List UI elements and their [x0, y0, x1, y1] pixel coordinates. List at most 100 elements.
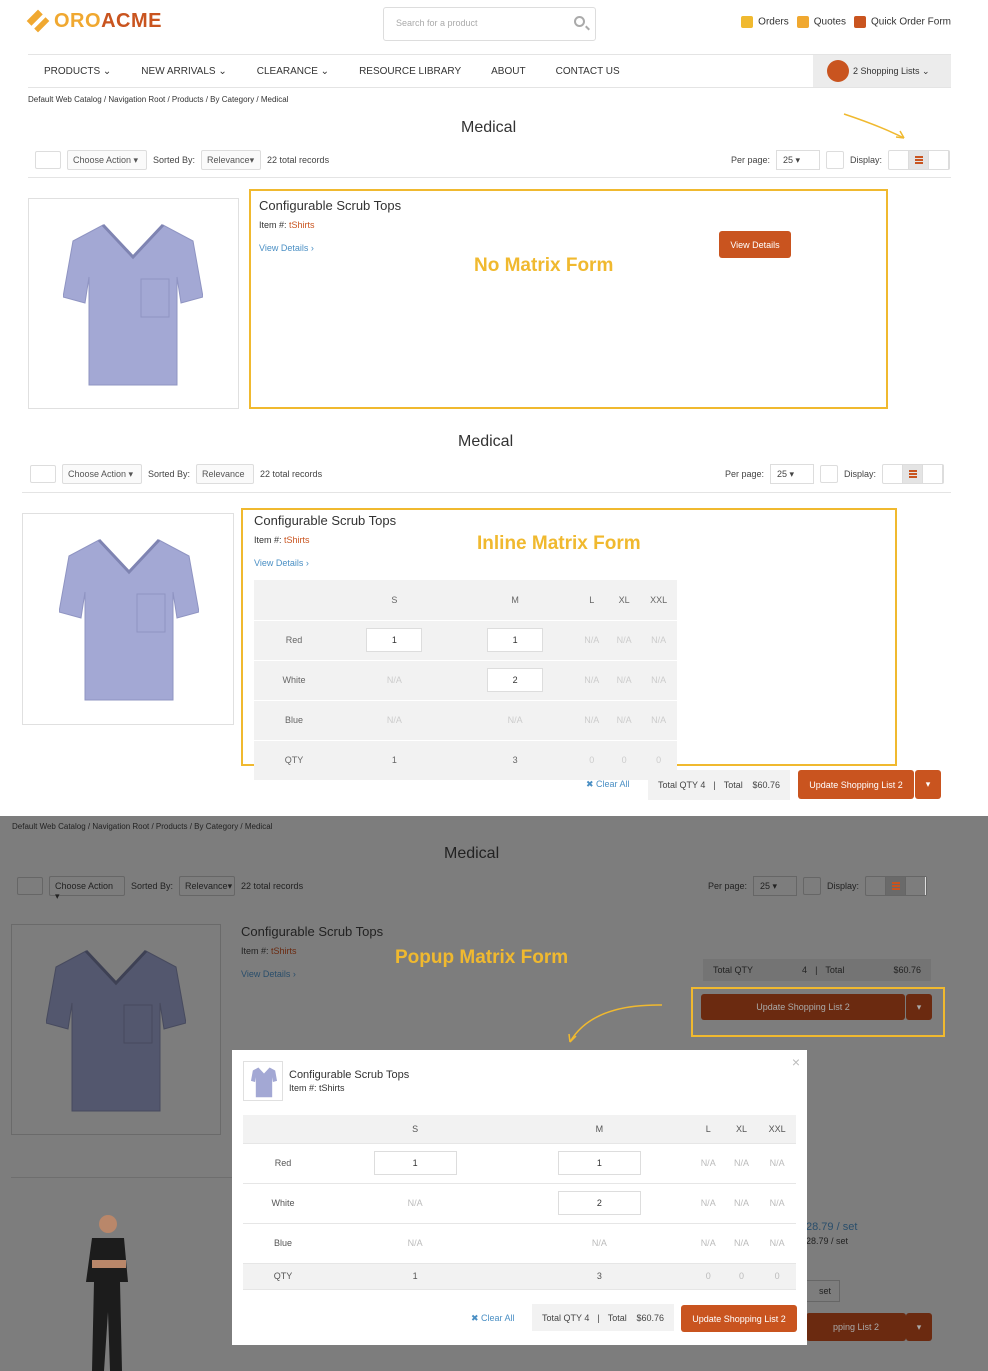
- clear-all-link[interactable]: ✖ Clear All: [471, 1313, 515, 1324]
- popup-matrix-label: Popup Matrix Form: [395, 947, 569, 968]
- quick-order-label: Quick Order Form: [870, 16, 951, 28]
- matrix-input[interactable]: 1: [487, 628, 544, 652]
- logo[interactable]: OROACME: [28, 10, 162, 33]
- view-details-link[interactable]: View Details ›: [241, 969, 296, 979]
- list-view-icon[interactable]: [909, 151, 929, 169]
- update-shopping-list-button[interactable]: Update Shopping List 2: [798, 770, 914, 799]
- select-all-checkbox[interactable]: [30, 465, 56, 483]
- per-page-select[interactable]: 25 ▾: [752, 876, 797, 896]
- nav-resource-library[interactable]: RESOURCE LIBRARY: [359, 66, 461, 77]
- matrix-input[interactable]: 1: [366, 628, 423, 652]
- quotes-link[interactable]: Quotes: [796, 16, 846, 28]
- scrub-top-image: [63, 223, 203, 386]
- product-sku: Item #: tShirts: [254, 535, 310, 545]
- gallery-view-icon[interactable]: [866, 877, 886, 895]
- nav-clearance[interactable]: CLEARANCE ⌄: [257, 66, 329, 77]
- update-shopping-list-button[interactable]: Update Shopping List 2: [701, 994, 905, 1020]
- product-sku: Item #: tShirts: [241, 946, 297, 956]
- filter-icon[interactable]: [825, 151, 844, 169]
- nav-contact[interactable]: CONTACT US: [556, 66, 620, 77]
- choose-action-select[interactable]: Choose Action ▾: [62, 464, 142, 484]
- main-nav: PRODUCTS ⌄ NEW ARRIVALS ⌄ CLEARANCE ⌄ RE…: [28, 54, 951, 88]
- nav-new-arrivals[interactable]: NEW ARRIVALS ⌄: [141, 66, 226, 77]
- product-title[interactable]: Configurable Scrub Tops: [259, 198, 401, 213]
- product-title[interactable]: Configurable Scrub Tops: [254, 513, 396, 528]
- page-title: Medical: [444, 845, 500, 862]
- sort-select[interactable]: Relevance▾: [201, 150, 262, 170]
- display-toggle[interactable]: [888, 150, 950, 170]
- orders-link[interactable]: Orders: [741, 16, 789, 28]
- shopping-list-icon: [827, 60, 849, 82]
- sorted-by-label: Sorted By:: [131, 881, 174, 891]
- product-image[interactable]: [28, 198, 239, 409]
- nav-products[interactable]: PRODUCTS ⌄: [44, 66, 111, 77]
- display-toggle[interactable]: [865, 876, 927, 896]
- popup-matrix-table: S M L XL XXL Red 1 1 N/A N/A N/A White N/A 2 N/A N/A N…: [243, 1115, 796, 1290]
- search-icon[interactable]: [574, 16, 585, 27]
- product-image[interactable]: [22, 513, 234, 725]
- breadcrumb: Default Web Catalog / Navigation Root / …: [28, 95, 289, 104]
- filter-icon[interactable]: [802, 877, 821, 895]
- update-shopping-list-button[interactable]: Update Shopping List 2: [681, 1305, 797, 1332]
- popup-product-sku: Item #: tShirts: [289, 1083, 345, 1093]
- logo-mark-icon: [28, 11, 50, 33]
- choose-action-select[interactable]: Choose Action ▾: [49, 876, 125, 901]
- select-all-checkbox[interactable]: [17, 877, 43, 895]
- display-label: Display:: [843, 469, 876, 479]
- dropdown-caret-icon[interactable]: ▾: [915, 770, 941, 799]
- sort-select[interactable]: Relevance: [196, 464, 255, 484]
- gallery-view-icon[interactable]: [883, 465, 903, 483]
- logo-text-oro: ORO: [54, 10, 102, 32]
- select-all-checkbox[interactable]: [35, 151, 61, 169]
- list-view-icon[interactable]: [886, 877, 906, 895]
- product-image[interactable]: [11, 924, 221, 1135]
- records-count: 22 total records: [241, 881, 304, 891]
- compact-view-icon[interactable]: [929, 151, 949, 169]
- compact-view-icon[interactable]: [923, 465, 943, 483]
- matrix-input[interactable]: 1: [557, 1151, 641, 1175]
- shopping-lists-widget[interactable]: 2 Shopping Lists ⌄: [813, 55, 951, 87]
- display-label: Display:: [826, 881, 859, 891]
- view-details-button[interactable]: View Details: [719, 231, 791, 258]
- display-label: Display:: [849, 155, 882, 165]
- gallery-view-icon[interactable]: [889, 151, 909, 169]
- records-count: 22 total records: [267, 155, 330, 165]
- matrix-popup: × Configurable Scrub Tops Item #: tShirt…: [232, 1050, 807, 1345]
- choose-action-select[interactable]: Choose Action ▾: [67, 150, 147, 170]
- compact-view-icon[interactable]: [906, 877, 926, 895]
- quotes-label: Quotes: [813, 16, 846, 28]
- search-input[interactable]: Search for a product: [383, 7, 596, 41]
- per-page-label: Per page:: [730, 155, 770, 165]
- dropdown-caret-icon[interactable]: ▾: [906, 994, 932, 1020]
- per-page-select[interactable]: 25 ▾: [769, 464, 814, 484]
- scrub-top-image: [46, 949, 186, 1112]
- matrix-input[interactable]: 2: [557, 1191, 641, 1215]
- view-details-link[interactable]: View Details ›: [254, 558, 309, 568]
- matrix-input[interactable]: 1: [373, 1151, 457, 1175]
- sort-select[interactable]: Relevance▾: [179, 876, 236, 896]
- sorted-by-label: Sorted By:: [148, 469, 191, 479]
- quick-order-icon: [853, 16, 866, 28]
- nav-about[interactable]: ABOUT: [491, 66, 525, 77]
- filter-icon[interactable]: [819, 465, 838, 483]
- matrix-input[interactable]: 2: [487, 668, 544, 692]
- arrow-annotation-icon: [568, 1004, 663, 1043]
- popup-thumbnail: [243, 1061, 283, 1101]
- scrub-top-thumb-icon: [250, 1067, 278, 1098]
- list-view-icon[interactable]: [903, 465, 923, 483]
- display-toggle[interactable]: [882, 464, 944, 484]
- quick-order-link[interactable]: Quick Order Form: [853, 16, 951, 28]
- view-details-link[interactable]: View Details ›: [259, 243, 314, 253]
- records-count: 22 total records: [260, 469, 323, 479]
- page-title: Medical: [461, 119, 517, 136]
- scrub-top-image: [59, 538, 199, 701]
- arrow-annotation-icon: [843, 113, 905, 139]
- clear-all-link[interactable]: ✖ Clear All: [586, 779, 630, 790]
- close-icon[interactable]: ×: [792, 1054, 800, 1070]
- per-page-select[interactable]: 25 ▾: [775, 150, 820, 170]
- product-title[interactable]: Configurable Scrub Tops: [241, 924, 383, 939]
- dropdown-caret-icon[interactable]: ▾: [906, 1313, 932, 1341]
- logo-text-acme: ACME: [101, 10, 162, 32]
- product-sku: Item #: tShirts: [259, 220, 315, 230]
- bg-update-button[interactable]: pping List 2: [806, 1313, 906, 1341]
